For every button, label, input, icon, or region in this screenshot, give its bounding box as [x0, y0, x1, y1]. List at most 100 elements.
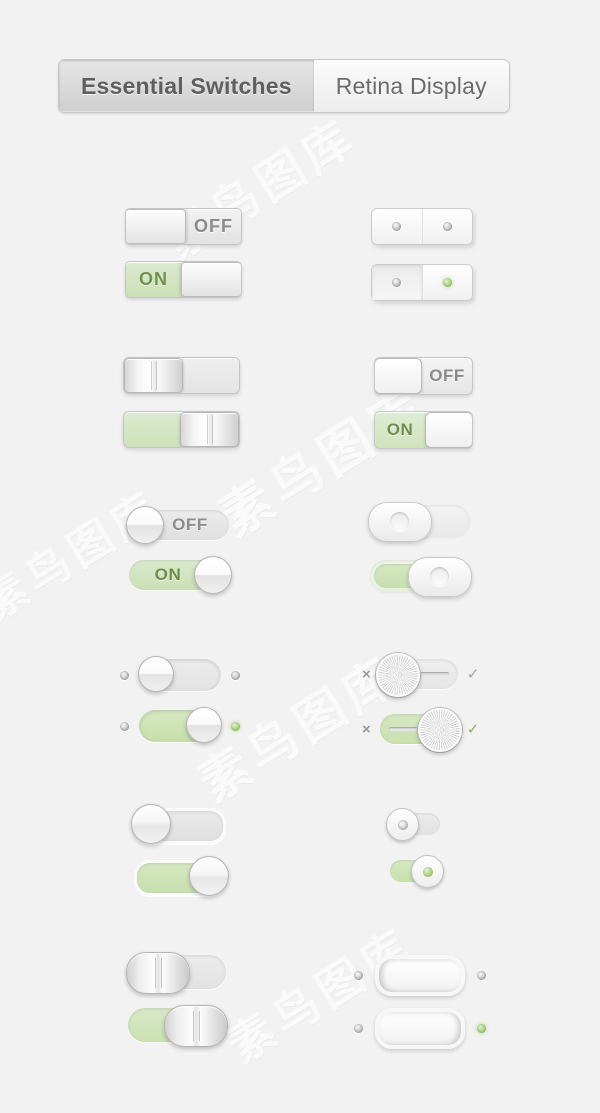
- switch-label: OFF: [429, 366, 465, 385]
- switch-knob-round[interactable]: [126, 506, 164, 544]
- led-indicator-icon: [120, 721, 129, 731]
- switch-knob[interactable]: [425, 412, 472, 448]
- grooved-switch-on[interactable]: [123, 411, 240, 448]
- metal-knob-switch-off[interactable]: [375, 653, 458, 697]
- switch-label: ON: [386, 420, 414, 439]
- switch-knob-oval[interactable]: [368, 502, 432, 542]
- switch-row6-left-on[interactable]: [128, 1005, 228, 1047]
- switch-row3-left-on[interactable]: ON: [129, 556, 232, 594]
- switch-row4-right-off[interactable]: × ✓: [362, 653, 480, 697]
- pill-oval-switch-on[interactable]: [370, 557, 472, 597]
- pill-led-switch-on[interactable]: [139, 707, 222, 743]
- switch-knob-round[interactable]: [189, 856, 229, 896]
- switch-row4-left-off[interactable]: [120, 656, 240, 692]
- dual-panel-switch-off[interactable]: [371, 208, 473, 245]
- switch-track-line: [414, 672, 449, 676]
- switch-knob-metal[interactable]: [375, 653, 420, 697]
- pill-grooved-switch-on[interactable]: [128, 1005, 228, 1047]
- switch-row2-left-on[interactable]: [123, 411, 240, 448]
- pill-grooved-switch-off[interactable]: [126, 952, 226, 994]
- dual-panel-switch-on[interactable]: [371, 264, 473, 301]
- switch-knob[interactable]: [181, 262, 241, 297]
- switch-row5-right-off[interactable]: [386, 808, 440, 841]
- switch-row2-left-off[interactable]: [123, 357, 240, 394]
- switch-row6-right-off[interactable]: [354, 955, 486, 996]
- switch-knob-round[interactable]: [138, 656, 174, 692]
- switch-knob-oval-grooved[interactable]: [164, 1005, 228, 1047]
- panel-right[interactable]: [421, 209, 473, 244]
- small-pill-switch-off[interactable]: [386, 808, 440, 841]
- led-indicator-icon: [392, 278, 402, 287]
- tab-retina-display[interactable]: Retina Display: [313, 60, 509, 112]
- rounded-switch-on[interactable]: ON: [374, 411, 473, 449]
- switch-row4-left-on[interactable]: [120, 707, 240, 743]
- watermark-text: 素鸟图库: [154, 108, 368, 271]
- rocker-pill-switch-off[interactable]: [375, 955, 465, 996]
- switch-row1-right-on[interactable]: [371, 264, 473, 301]
- switch-knob-oval-grooved[interactable]: [126, 952, 190, 994]
- switch-row4-right-on[interactable]: × ✓: [362, 708, 480, 752]
- header: Essential Switches Retina Display: [58, 59, 510, 113]
- switch-row3-left-off[interactable]: OFF: [126, 506, 229, 544]
- switch-knob-grooved[interactable]: [180, 412, 239, 447]
- led-indicator-icon: [120, 670, 129, 680]
- led-indicator-icon: [354, 1024, 363, 1033]
- led-indicator-green-icon: [231, 721, 240, 731]
- switch-row2-right-on[interactable]: ON: [374, 411, 473, 449]
- led-indicator-icon: [442, 222, 452, 231]
- switch-row6-left-off[interactable]: [126, 952, 226, 994]
- check-icon: ✓: [466, 720, 480, 738]
- switch-row1-left-off[interactable]: OFF: [125, 208, 242, 245]
- led-indicator-icon: [392, 222, 402, 231]
- pill-label-switch-on[interactable]: ON: [129, 556, 232, 594]
- panel-right[interactable]: [421, 265, 473, 300]
- switch-row1-left-on[interactable]: ON: [125, 261, 242, 298]
- led-indicator-green-icon: [477, 1024, 486, 1033]
- led-indicator-green-icon: [442, 278, 452, 287]
- switch-knob[interactable]: [126, 209, 186, 244]
- watermark-text: 素鸟图库: [0, 481, 171, 631]
- panel-left[interactable]: [372, 209, 422, 244]
- switch-knob-dot[interactable]: [386, 808, 419, 841]
- watermark-layer: 素鸟图库 素鸟图库 素鸟图库 素鸟图库 素鸟图库: [0, 0, 600, 1113]
- small-pill-switch-on[interactable]: [390, 855, 444, 888]
- grooved-switch-off[interactable]: [123, 357, 240, 394]
- rounded-switch-off[interactable]: OFF: [374, 357, 473, 395]
- cross-icon: ×: [362, 665, 371, 683]
- switch-row5-right-on[interactable]: [390, 855, 444, 888]
- pill-oval-switch-off[interactable]: [368, 502, 470, 542]
- inset-pill-switch-on[interactable]: [134, 856, 229, 896]
- led-indicator-icon: [354, 971, 363, 980]
- led-indicator-icon: [231, 670, 240, 680]
- switch-knob-oval[interactable]: [408, 557, 472, 597]
- led-indicator-icon: [477, 971, 486, 980]
- switch-row5-left-off[interactable]: [131, 804, 226, 844]
- switch-knob[interactable]: [375, 358, 422, 394]
- switch-row3-right-on[interactable]: [370, 557, 472, 597]
- tab-essential-switches[interactable]: Essential Switches: [59, 60, 314, 112]
- switch-row1-right-off[interactable]: [371, 208, 473, 245]
- switch-knob-grooved[interactable]: [124, 358, 183, 393]
- check-icon: ✓: [466, 665, 480, 683]
- cross-icon: ×: [362, 720, 371, 738]
- inset-pill-switch-off[interactable]: [131, 804, 226, 844]
- pill-led-switch-off[interactable]: [138, 656, 221, 692]
- panel-left[interactable]: [372, 265, 422, 300]
- switch-row2-right-off[interactable]: OFF: [374, 357, 473, 395]
- pill-label-switch-off[interactable]: OFF: [126, 506, 229, 544]
- switch-label: ON: [139, 269, 168, 289]
- switch-row5-left-on[interactable]: [134, 856, 229, 896]
- switch-knob-round[interactable]: [194, 556, 232, 594]
- switch-knob-dot-green[interactable]: [411, 855, 444, 888]
- metal-knob-switch-on[interactable]: [379, 708, 462, 752]
- switch-knob-round[interactable]: [186, 707, 222, 743]
- switch-row3-right-off[interactable]: [368, 502, 470, 542]
- switch-knob-round[interactable]: [131, 804, 171, 844]
- switch-knob-metal[interactable]: [417, 708, 462, 752]
- switch-row6-right-on[interactable]: [354, 1008, 486, 1049]
- rocker-pill-switch-on[interactable]: [375, 1008, 465, 1049]
- switch-label: OFF: [194, 216, 233, 236]
- rect-switch-off[interactable]: OFF: [125, 208, 242, 245]
- rect-switch-on[interactable]: ON: [125, 261, 242, 298]
- segmented-control[interactable]: Essential Switches Retina Display: [58, 59, 510, 113]
